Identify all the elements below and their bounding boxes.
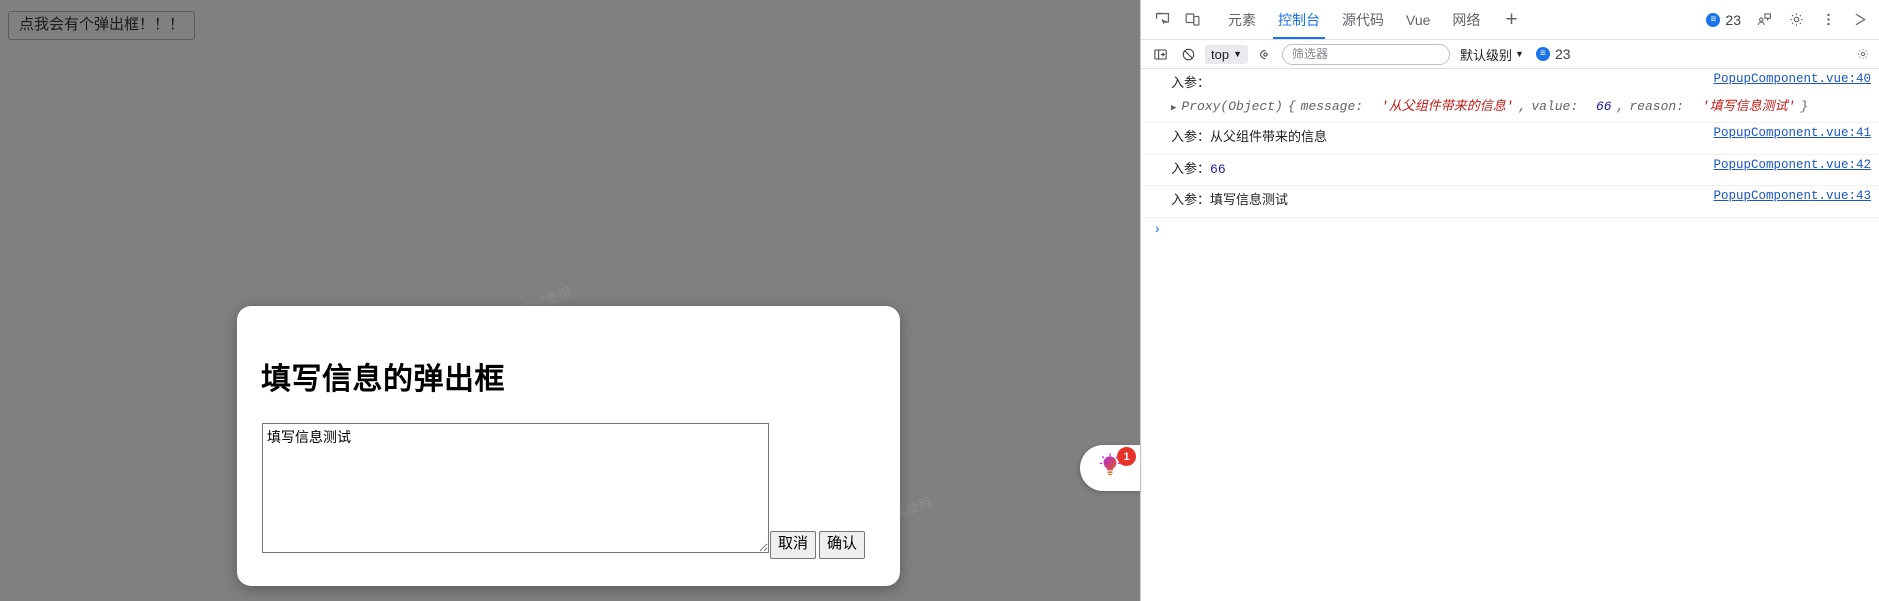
- log-value: 填写信息测试: [1210, 192, 1289, 208]
- source-link[interactable]: PopupComponent.vue:42: [1713, 158, 1871, 172]
- object-prop-sep: ,: [1616, 98, 1625, 114]
- execution-context-label: top: [1211, 46, 1230, 62]
- console-toolbar-right: [1853, 44, 1875, 64]
- source-link[interactable]: PopupComponent.vue:43: [1713, 189, 1871, 203]
- kebab-menu-icon[interactable]: [1813, 5, 1843, 35]
- log-level-select[interactable]: 默认级别 ▼: [1456, 45, 1528, 64]
- console-prompt[interactable]: ›: [1141, 218, 1879, 242]
- execution-context-select[interactable]: top ▼: [1205, 44, 1248, 64]
- console-log-row[interactable]: 入参：填写信息测试 PopupComponent.vue:43: [1141, 186, 1879, 219]
- console-filter-input[interactable]: [1282, 43, 1450, 65]
- source-link[interactable]: PopupComponent.vue:41: [1713, 126, 1871, 140]
- console-log-list[interactable]: 入参： ▶ Proxy(Object) {message: '从父组件带来的信息…: [1141, 69, 1879, 601]
- confirm-button[interactable]: 确认: [819, 531, 866, 559]
- log-label: 入参：: [1171, 160, 1211, 176]
- log-level-label: 默认级别: [1460, 47, 1513, 63]
- chevron-down-icon: ▼: [1233, 48, 1242, 59]
- devtools-tabbar: 元素 控制台 源代码 Vue 网络 + ≡ 23: [1141, 0, 1879, 40]
- prompt-chevron-icon: ›: [1153, 222, 1162, 239]
- dialog-title: 填写信息的弹出框: [261, 363, 505, 396]
- object-prop-value: 66: [1595, 98, 1612, 114]
- object-prop-value: '填写信息测试': [1701, 98, 1796, 114]
- clear-console-icon[interactable]: [1177, 43, 1199, 65]
- message-icon: ≡: [1535, 47, 1550, 61]
- source-link[interactable]: PopupComponent.vue:40: [1713, 72, 1871, 86]
- screen: 仅供学习测试使用 仅供学习测试使用 仅供学习测试使用 仅供学习测试使用 仅供学习…: [0, 0, 1879, 601]
- console-toolbar: top ▼ 默认级别 ▼ ≡ 23: [1141, 40, 1879, 69]
- log-label: 入参：: [1171, 75, 1211, 90]
- extension-badge-count: 1: [1117, 447, 1136, 466]
- web-page-viewport: 仅供学习测试使用 仅供学习测试使用 仅供学习测试使用 仅供学习测试使用 仅供学习…: [0, 0, 1140, 601]
- object-prop-key: reason:: [1629, 98, 1684, 114]
- add-tab-button[interactable]: +: [1491, 9, 1531, 30]
- message-count: 23: [1725, 11, 1741, 28]
- tab-network[interactable]: 网络: [1441, 0, 1491, 39]
- log-label: 入参：: [1171, 128, 1211, 144]
- devtools-tabs: 元素 控制台 源代码 Vue 网络 +: [1217, 0, 1532, 39]
- gear-icon[interactable]: [1781, 5, 1811, 35]
- object-close-brace: }: [1800, 98, 1809, 114]
- object-prop-key: value:: [1531, 98, 1579, 114]
- message-icon: ≡: [1706, 12, 1721, 27]
- console-sidebar-icon[interactable]: [1149, 43, 1171, 65]
- object-prop-key: message:: [1300, 98, 1364, 114]
- open-popup-button[interactable]: 点我会有个弹出框！！！: [8, 11, 196, 40]
- message-textarea[interactable]: [262, 423, 769, 553]
- devtools-tabbar-actions: ≡ 23: [1700, 5, 1879, 35]
- log-object-preview[interactable]: ▶ Proxy(Object) {message: '从父组件带来的信息', v…: [1171, 96, 1873, 118]
- live-expression-icon[interactable]: [1254, 43, 1276, 65]
- log-value: 66: [1210, 161, 1226, 177]
- device-toolbar-icon[interactable]: [1177, 5, 1207, 35]
- feedback-icon[interactable]: [1749, 5, 1779, 35]
- tab-vue[interactable]: Vue: [1395, 0, 1441, 39]
- console-log-row[interactable]: 入参：66 PopupComponent.vue:42: [1141, 155, 1879, 187]
- chevron-down-icon: ▼: [1515, 48, 1524, 59]
- chevron-right-icon[interactable]: ▶: [1171, 101, 1176, 116]
- tab-console[interactable]: 控制台: [1267, 0, 1331, 39]
- inspect-element-icon[interactable]: [1147, 5, 1177, 35]
- tab-elements[interactable]: 元素: [1217, 0, 1267, 39]
- close-icon[interactable]: [1845, 5, 1875, 35]
- console-settings-icon[interactable]: [1853, 44, 1873, 64]
- console-issues-count: 23: [1554, 46, 1571, 62]
- console-log-row[interactable]: 入参：从父组件带来的信息 PopupComponent.vue:41: [1141, 123, 1879, 155]
- object-type: Proxy(Object): [1181, 98, 1283, 114]
- devtools-panel: 元素 控制台 源代码 Vue 网络 + ≡ 23 top ▼ 筛选器 默认级别 …: [1140, 0, 1879, 601]
- object-prop-value: '从父组件带来的信息': [1380, 98, 1514, 114]
- extension-floating-button[interactable]: 1: [1080, 445, 1140, 491]
- console-issues-badge[interactable]: ≡ 23: [1534, 46, 1577, 62]
- message-count-badge[interactable]: ≡ 23: [1700, 12, 1747, 28]
- cancel-button[interactable]: 取消: [770, 531, 817, 559]
- dialog-action-bar: 取消 确认: [770, 531, 866, 559]
- tab-sources[interactable]: 源代码: [1331, 0, 1395, 39]
- object-prop-sep: ,: [1518, 98, 1527, 114]
- object-open-brace: {: [1287, 98, 1296, 114]
- log-value: 从父组件带来的信息: [1210, 128, 1328, 144]
- log-label: 入参：: [1171, 192, 1211, 208]
- console-log-row[interactable]: 入参： ▶ Proxy(Object) {message: '从父组件带来的信息…: [1141, 69, 1879, 123]
